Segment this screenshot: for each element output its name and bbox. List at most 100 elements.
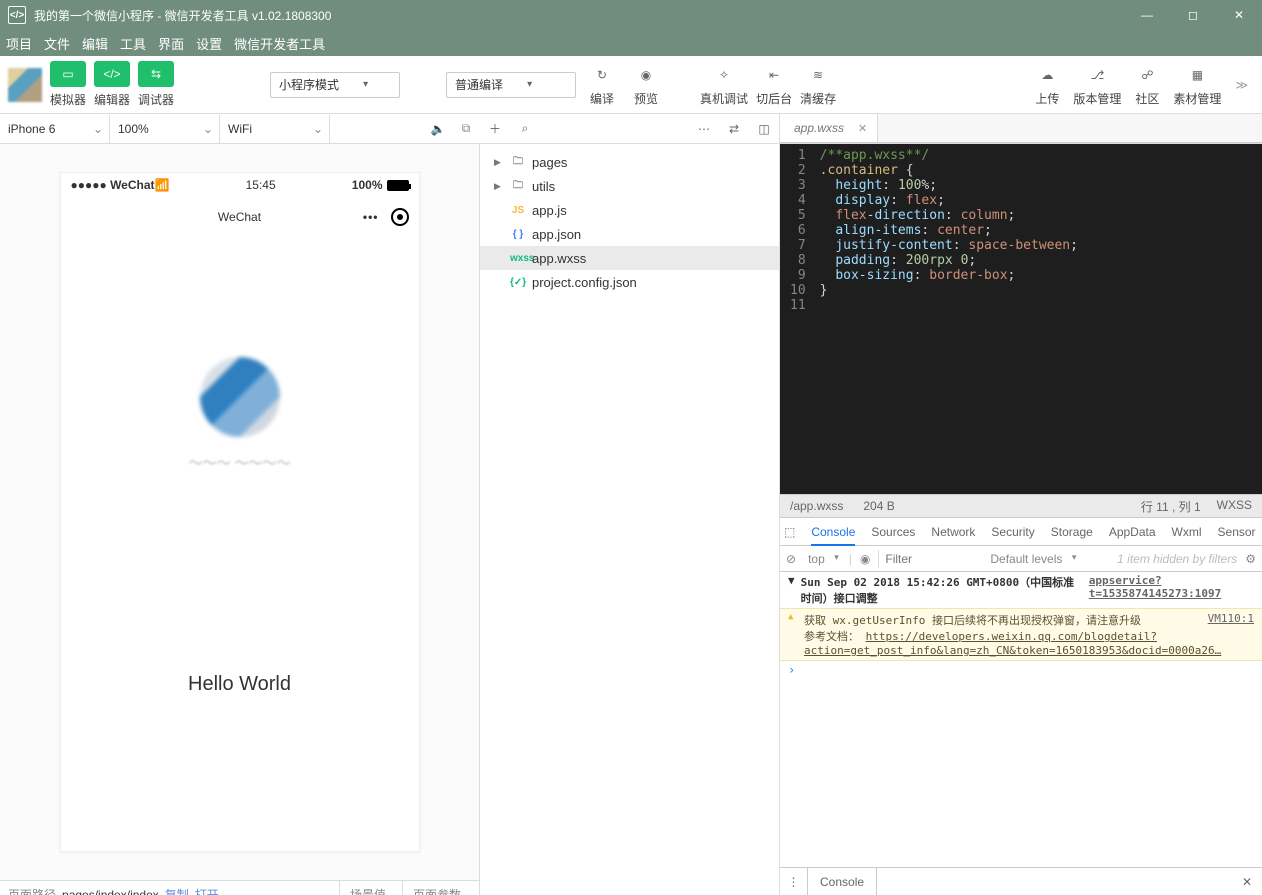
menu-file[interactable]: 文件: [44, 34, 70, 53]
menu-view[interactable]: 界面: [158, 34, 184, 53]
split-icon[interactable]: ◫: [749, 115, 779, 143]
toolbar: ▭模拟器 </>编辑器 ⇆调试器 小程序模式 普通编译 ↻编译 ◉预览 ✧真机调…: [0, 56, 1262, 114]
mode-dropdown[interactable]: 小程序模式: [270, 72, 400, 98]
background-icon[interactable]: ⇤: [756, 62, 792, 88]
devtools-tab-network[interactable]: Network: [931, 525, 975, 539]
more-files-icon[interactable]: ⋯: [689, 115, 719, 143]
log-timestamp: Sun Sep 02 2018 15:42:26 GMT+0800（中国标准时间…: [801, 574, 1083, 606]
copy-link[interactable]: 复制: [165, 886, 189, 895]
capsule-close-icon[interactable]: [391, 208, 409, 226]
drawer-console-tab[interactable]: Console: [808, 868, 877, 895]
simulator-footer: 页面路径 pages/index/index 复制 打开 场景值 页面参数: [0, 880, 479, 895]
search-icon[interactable]: ⌕: [510, 115, 540, 143]
devtools-tab-storage[interactable]: Storage: [1051, 525, 1093, 539]
network-select[interactable]: WiFi: [220, 115, 330, 143]
editor-tab-label: app.wxss: [794, 121, 844, 135]
simulator-button[interactable]: ▭: [50, 61, 86, 87]
devtools-tab-security[interactable]: Security: [991, 525, 1034, 539]
wifi-icon: 📶: [155, 178, 170, 192]
upload-icon[interactable]: ☁: [1029, 62, 1065, 88]
menu-project[interactable]: 项目: [6, 34, 32, 53]
remote-label: 真机调试: [700, 90, 748, 107]
community-label: 社区: [1135, 90, 1159, 107]
status-time: 15:45: [169, 178, 351, 192]
user-avatar-icon[interactable]: [8, 68, 42, 102]
material-icon[interactable]: ▦: [1179, 62, 1215, 88]
inspect-icon[interactable]: ⬚: [784, 525, 795, 539]
version-icon[interactable]: ⎇: [1079, 62, 1115, 88]
editor-status-bar: /app.wxss 204 B 行 11 , 列 1 WXSS: [780, 494, 1262, 518]
filter-input[interactable]: [878, 550, 978, 568]
tree-item-utils[interactable]: ▶🗀utils: [480, 174, 779, 198]
menu-settings[interactable]: 设置: [196, 34, 222, 53]
devtools-tab-console[interactable]: Console: [811, 518, 855, 546]
capsule-menu-icon[interactable]: •••: [363, 210, 379, 224]
debugger-button[interactable]: ⇆: [138, 61, 174, 87]
remote-debug-icon[interactable]: ✧: [706, 62, 742, 88]
simulator-pane: ●●●●● WeChat 📶 15:45 100% WeChat •••: [0, 144, 480, 895]
preview-icon[interactable]: ◉: [628, 62, 664, 88]
editor-tab-active[interactable]: app.wxss ✕: [780, 114, 878, 142]
code-editor[interactable]: 1234567891011 /**app.wxss**/ .container …: [780, 144, 1262, 494]
status-language: WXSS: [1217, 498, 1252, 515]
community-icon[interactable]: ☍: [1129, 62, 1165, 88]
tree-item-app-json[interactable]: { }app.json: [480, 222, 779, 246]
devtools-tab-appdata[interactable]: AppData: [1109, 525, 1156, 539]
tree-item-app-wxss[interactable]: wxssapp.wxss: [480, 246, 779, 270]
close-tab-icon[interactable]: ✕: [858, 122, 867, 135]
menu-wechat-devtools[interactable]: 微信开发者工具: [234, 34, 325, 53]
console-prompt[interactable]: ›: [780, 661, 1262, 679]
page-path-label: 页面路径: [8, 886, 56, 895]
tree-item-app-js[interactable]: JSapp.js: [480, 198, 779, 222]
zoom-select[interactable]: 100%: [110, 115, 220, 143]
add-file-button[interactable]: ＋: [480, 115, 510, 143]
clear-console-icon[interactable]: ⊘: [786, 552, 796, 566]
status-path: /app.wxss: [790, 499, 843, 513]
devtools-tab-sensor[interactable]: Sensor: [1218, 525, 1256, 539]
group-toggle-icon[interactable]: ▼: [788, 574, 795, 606]
phone-preview: ●●●●● WeChat 📶 15:45 100% WeChat •••: [60, 172, 420, 852]
tree-item-project-config-json[interactable]: {✓}project.config.json: [480, 270, 779, 294]
page-params-button[interactable]: 页面参数: [402, 881, 471, 895]
more-icon[interactable]: ≫: [1229, 78, 1254, 92]
maximize-button[interactable]: ◻: [1170, 0, 1216, 30]
popout-icon[interactable]: ⧉: [452, 121, 480, 136]
hidden-items-text: 1 item hidden by filters: [1117, 552, 1237, 566]
battery-icon: [387, 180, 409, 191]
drawer-more-icon[interactable]: ⋮: [780, 868, 808, 895]
open-link[interactable]: 打开: [195, 886, 219, 895]
console-output[interactable]: ▼ Sun Sep 02 2018 15:42:26 GMT+0800（中国标准…: [780, 572, 1262, 867]
log-source-link[interactable]: appservice?t=1535874145273:1097: [1089, 574, 1254, 606]
menu-edit[interactable]: 编辑: [82, 34, 108, 53]
nickname-text: ～～～ ～～～～: [189, 453, 291, 473]
close-window-button[interactable]: ✕: [1216, 0, 1262, 30]
app-logo-icon: </>: [8, 6, 26, 24]
warn-doc-link[interactable]: https://developers.weixin.qq.com/blogdet…: [804, 630, 1221, 657]
material-label: 素材管理: [1173, 90, 1221, 107]
editor-label: 编辑器: [94, 91, 130, 108]
menu-tools[interactable]: 工具: [120, 34, 146, 53]
sub-toolbar: iPhone 6 100% WiFi 🔈 ⧉ ＋ ⌕ ⋯ ⇄ ◫ app.wxs…: [0, 114, 1262, 144]
device-select[interactable]: iPhone 6: [0, 115, 110, 143]
nav-title: WeChat: [218, 210, 261, 224]
warn-source-link[interactable]: VM110:1: [1208, 612, 1254, 625]
scene-value-button[interactable]: 场景值: [339, 881, 396, 895]
devtools-tab-wxml[interactable]: Wxml: [1172, 525, 1202, 539]
editor-button[interactable]: </>: [94, 61, 130, 87]
compile-icon[interactable]: ↻: [584, 62, 620, 88]
mute-icon[interactable]: 🔈: [424, 122, 452, 136]
menu-bar: 项目 文件 编辑 工具 界面 设置 微信开发者工具: [0, 30, 1262, 56]
minimize-button[interactable]: —: [1124, 0, 1170, 30]
version-label: 版本管理: [1073, 90, 1121, 107]
gear-icon[interactable]: ⚙: [1245, 552, 1256, 566]
background-label: 切后台: [756, 90, 792, 107]
compile-mode-dropdown[interactable]: 普通编译: [446, 72, 576, 98]
devtools-tab-sources[interactable]: Sources: [871, 525, 915, 539]
drawer-close-icon[interactable]: ✕: [1232, 875, 1262, 889]
tree-item-pages[interactable]: ▶🗀pages: [480, 150, 779, 174]
clear-cache-icon[interactable]: ≋: [800, 62, 836, 88]
log-levels-select[interactable]: Default levels: [986, 552, 1078, 566]
context-select[interactable]: top: [804, 552, 841, 566]
compile-label: 编译: [590, 90, 614, 107]
settings-icon[interactable]: ⇄: [719, 115, 749, 143]
